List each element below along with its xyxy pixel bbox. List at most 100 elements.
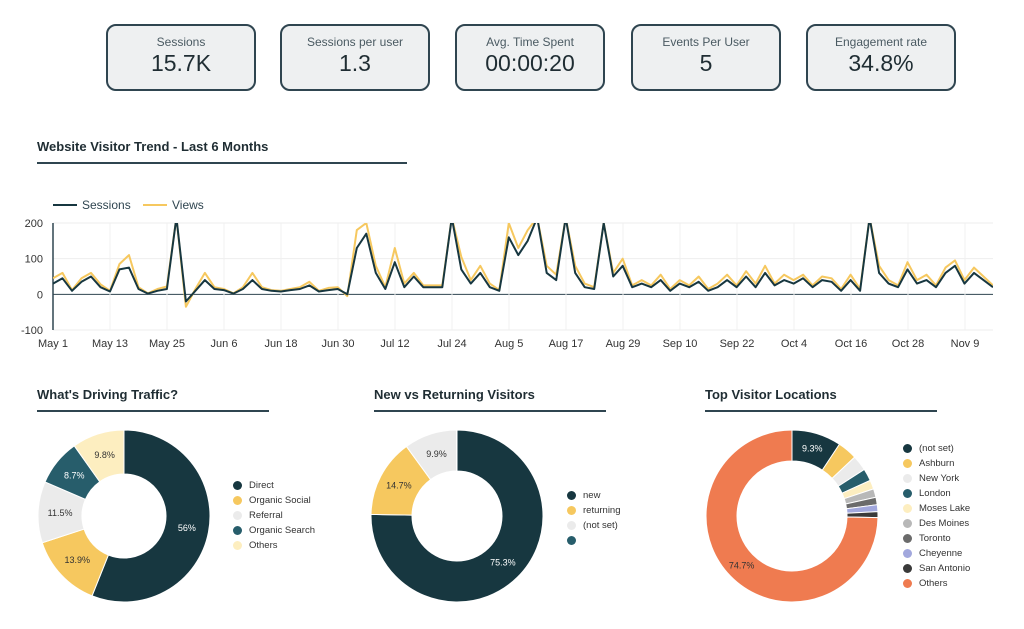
legend-item[interactable]: Moses Lake (903, 501, 970, 516)
kpi-value: 00:00:20 (485, 50, 575, 76)
donut-slice[interactable] (455, 429, 458, 472)
pie-title: What's Driving Traffic? (37, 387, 179, 402)
legend-dot (567, 506, 576, 515)
kpi-card: Sessions per user 1.3 (280, 24, 430, 91)
x-tick-label: Sep 10 (663, 338, 698, 350)
kpi-card: Engagement rate 34.8% (806, 24, 956, 91)
legend-label: Toronto (919, 533, 951, 544)
x-tick-label: Oct 4 (781, 338, 807, 350)
slice-label: 56% (178, 523, 196, 533)
legend-item[interactable]: (not set) (903, 441, 970, 456)
slice-label: 11.5% (48, 508, 73, 518)
legend-item[interactable]: Toronto (903, 531, 970, 546)
pie-legend: Direct Organic Social Referral Organic Sear… (233, 478, 315, 553)
legend-item[interactable]: London (903, 486, 970, 501)
legend-item[interactable]: Cheyenne (903, 546, 970, 561)
legend-label: Views (172, 198, 204, 212)
kpi-label: Sessions (156, 35, 206, 49)
kpi-value: 1.3 (339, 50, 371, 76)
legend-label: (not set) (919, 443, 954, 454)
legend-item[interactable]: (not set) (567, 518, 621, 533)
legend-label: Sessions (82, 198, 131, 212)
x-tick-label: Oct 28 (892, 338, 924, 350)
legend-label: Organic Social (249, 495, 311, 506)
y-tick-label: 0 (37, 289, 43, 301)
slice-label: 74.7% (729, 560, 755, 570)
legend-item[interactable]: Referral (233, 508, 315, 523)
legend-label: Direct (249, 480, 274, 491)
legend-item[interactable]: new (567, 488, 621, 503)
legend-dot (567, 536, 576, 545)
x-tick-label: Jul 24 (437, 338, 466, 350)
legend-dot (903, 549, 912, 558)
divider (37, 162, 407, 164)
x-tick-label: Aug 17 (549, 338, 584, 350)
kpi-label: Events Per User (662, 35, 750, 49)
pie-title: New vs Returning Visitors (374, 387, 535, 402)
legend-item[interactable]: Direct (233, 478, 315, 493)
legend-item[interactable]: Others (233, 538, 315, 553)
legend-dot (233, 526, 242, 535)
donut-chart: 9.3% 74.7% (705, 429, 879, 603)
slice-label: 9.9% (426, 449, 447, 459)
legend-item[interactable]: New York (903, 471, 970, 486)
legend-dot (903, 519, 912, 528)
y-tick-label: 100 (25, 254, 43, 266)
x-tick-label: Jun 18 (264, 338, 297, 350)
legend-item[interactable]: returning (567, 503, 621, 518)
legend-item[interactable]: Des Moines (903, 516, 970, 531)
x-tick-label: Jun 6 (211, 338, 238, 350)
legend-dot (903, 564, 912, 573)
x-tick-label: Aug 5 (495, 338, 524, 350)
x-tick-label: Jul 12 (380, 338, 409, 350)
kpi-label: Sessions per user (306, 35, 404, 49)
legend-dot (567, 491, 576, 500)
legend-dot (903, 459, 912, 468)
x-tick-label: Sep 22 (720, 338, 755, 350)
legend-label: Des Moines (919, 518, 970, 529)
legend-label: Cheyenne (919, 548, 963, 559)
legend-label: returning (583, 505, 621, 516)
pie-legend: (not set) Ashburn New York London Moses Lake… (903, 441, 970, 591)
legend-label: Moses Lake (919, 503, 971, 514)
slice-label: 8.7% (64, 471, 85, 481)
legend-item[interactable]: Organic Social (233, 493, 315, 508)
legend-label: Referral (249, 510, 283, 521)
legend-item[interactable]: Organic Search (233, 523, 315, 538)
legend-dot (233, 541, 242, 550)
kpi-value: 5 (699, 50, 713, 76)
x-tick-label: Jun 30 (321, 338, 354, 350)
y-tick-label: -100 (21, 325, 43, 337)
legend-label: new (583, 490, 601, 501)
legend-label: San Antonio (919, 563, 971, 574)
slice-label: 14.7% (386, 481, 412, 491)
legend-label: Ashburn (919, 458, 955, 469)
legend-dot (903, 579, 912, 588)
kpi-card: Events Per User 5 (631, 24, 781, 91)
kpi-label: Avg. Time Spent (486, 35, 574, 49)
legend-dot (233, 496, 242, 505)
legend-label: (not set) (583, 520, 618, 531)
legend-item[interactable]: Ashburn (903, 456, 970, 471)
x-tick-label: Oct 16 (835, 338, 867, 350)
kpi-value: 15.7K (150, 50, 212, 76)
legend-item[interactable]: Others (903, 576, 970, 591)
legend-dot (903, 444, 912, 453)
legend-dot (233, 481, 242, 490)
x-tick-label: Aug 29 (606, 338, 641, 350)
slice-label: 9.8% (94, 450, 115, 460)
legend-dot (233, 511, 242, 520)
legend-label: New York (919, 473, 960, 484)
pie-legend: new returning (not set) (567, 488, 621, 548)
donut-chart: 75.3% 14.7% 9.9% (370, 429, 544, 603)
legend-item[interactable] (567, 533, 621, 548)
kpi-card: Avg. Time Spent 00:00:20 (455, 24, 605, 91)
x-tick-label: Nov 9 (951, 338, 980, 350)
slice-label: 13.9% (65, 555, 91, 565)
x-tick-label: May 25 (149, 338, 185, 350)
x-tick-label: May 1 (38, 338, 68, 350)
series-line-sessions (53, 223, 993, 303)
legend-item[interactable]: San Antonio (903, 561, 970, 576)
legend-label: Others (919, 578, 948, 589)
trend-title: Website Visitor Trend - Last 6 Months (37, 139, 269, 154)
